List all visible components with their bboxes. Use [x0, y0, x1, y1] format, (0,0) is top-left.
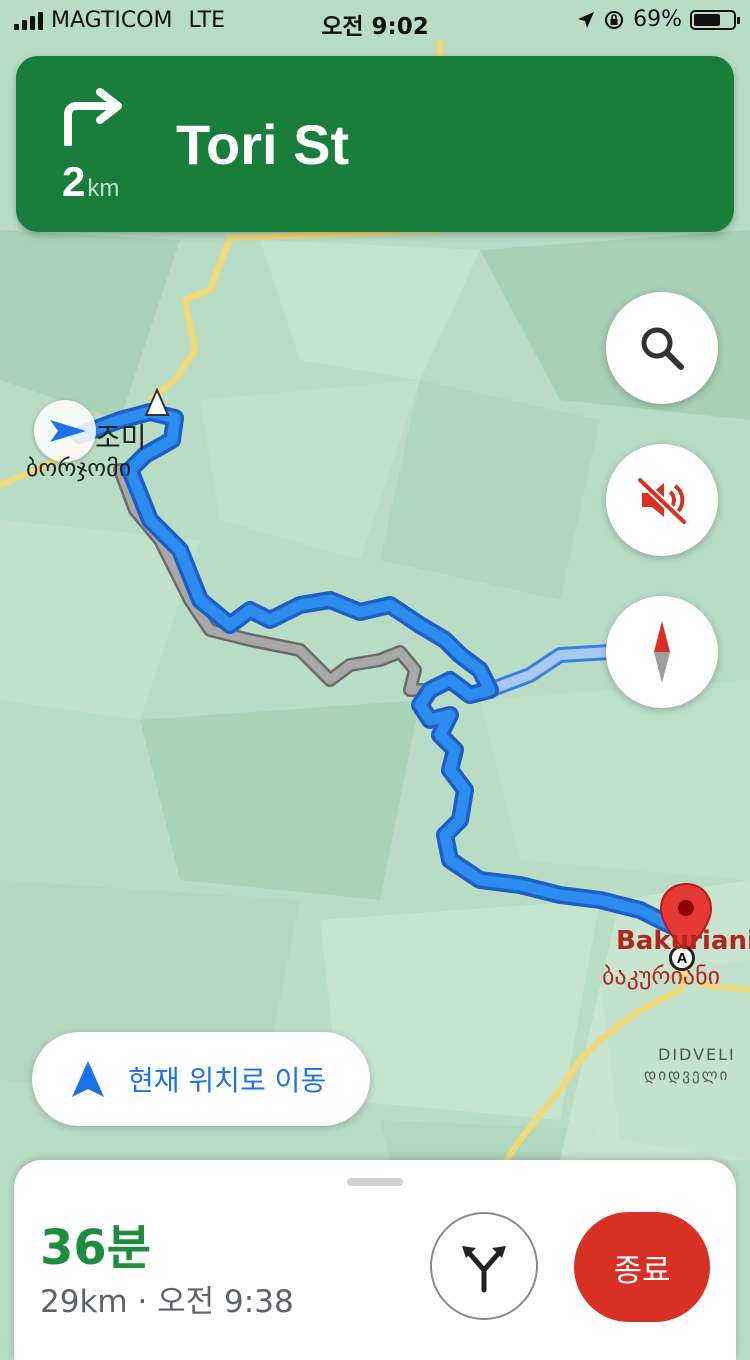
- location-arrow-icon: [578, 11, 595, 28]
- poi-label-english: DIDVELI: [658, 1045, 736, 1064]
- compass-icon: [654, 621, 670, 683]
- navigation-arrow-icon: [50, 420, 86, 442]
- search-icon: [641, 327, 684, 370]
- next-turn-distance: 2km: [62, 158, 119, 206]
- distance-value: 2: [62, 158, 86, 205]
- rotation-lock-icon: [605, 10, 624, 29]
- destination-label-english: Bakuriani: [616, 926, 750, 956]
- current-location-puck: [34, 400, 96, 462]
- origin-label-georgian: ბორჯომი: [26, 454, 132, 482]
- turn-right-icon: [64, 88, 122, 146]
- alternate-routes-icon: [462, 1246, 506, 1293]
- sheet-drag-handle[interactable]: [347, 1178, 403, 1186]
- origin-label-korean: 조미: [95, 421, 147, 454]
- navigation-banner[interactable]: 2km Tori St: [16, 56, 734, 232]
- poi-label-georgian: დიდველი: [644, 1066, 730, 1084]
- eta-distance-arrival: 29km · 오전 9:38: [40, 1284, 294, 1320]
- trip-summary-sheet[interactable]: 36분 29km · 오전 9:38 종료: [14, 1160, 736, 1360]
- search-button[interactable]: [606, 292, 718, 404]
- status-bar: MAGTICOM LTE 오전 9:02 69%: [0, 0, 750, 40]
- mute-button[interactable]: [606, 444, 718, 556]
- exit-navigation-button[interactable]: 종료: [574, 1212, 710, 1322]
- sound-off-icon: [637, 477, 687, 525]
- alternate-routes-button[interactable]: [430, 1212, 538, 1320]
- recenter-button[interactable]: 현재 위치로 이동: [32, 1032, 370, 1126]
- destination-label-georgian: ბაკურიანი: [602, 962, 721, 990]
- recenter-label: 현재 위치로 이동: [128, 1064, 327, 1097]
- distance-unit: km: [87, 175, 120, 202]
- battery-icon: [690, 9, 740, 30]
- battery-percent: 69%: [633, 7, 682, 32]
- street-name: Tori St: [176, 113, 350, 176]
- eta-duration: 36분: [40, 1220, 151, 1276]
- navigation-arrow-icon: [72, 1061, 104, 1097]
- compass-button[interactable]: [606, 596, 718, 708]
